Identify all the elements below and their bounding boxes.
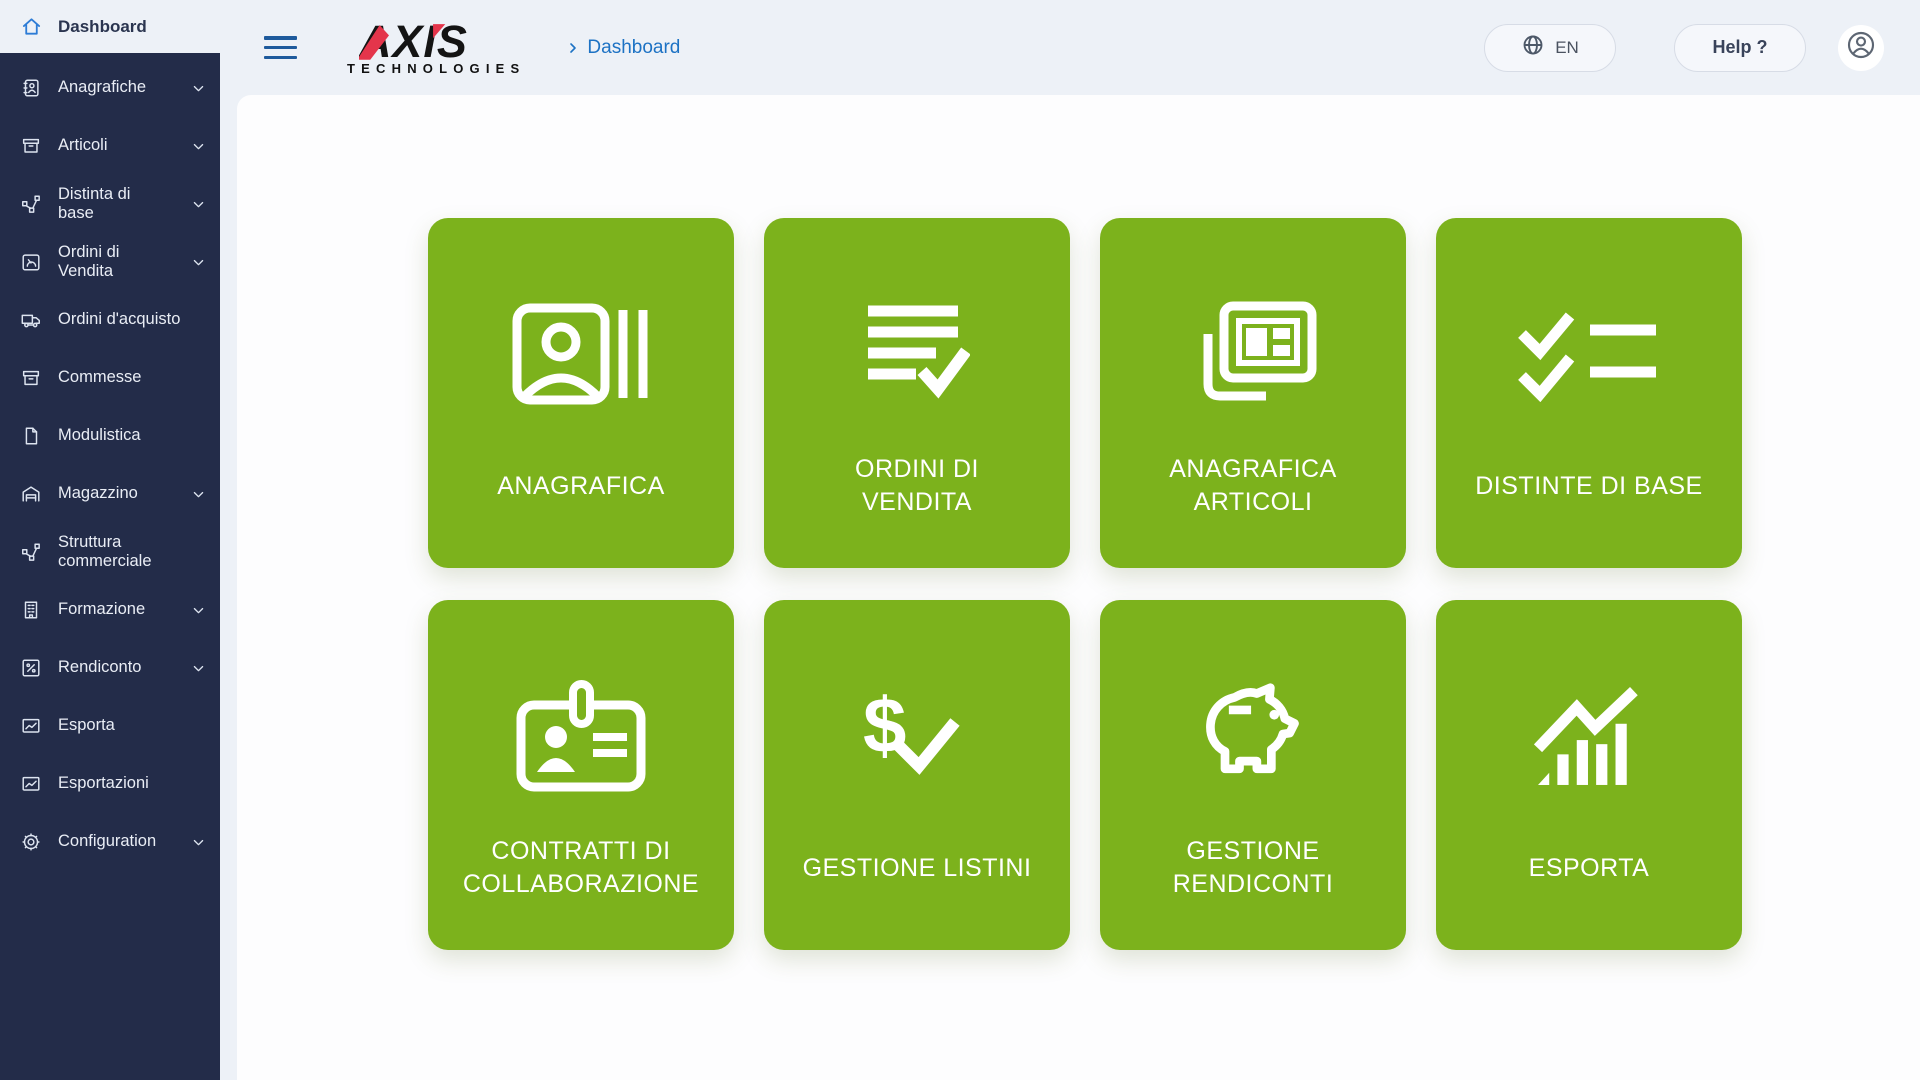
tile-esporta[interactable]: ESPORTA bbox=[1436, 600, 1742, 950]
top-header: AXIS TECHNOLOGIES Dashboard EN Help ? bbox=[220, 0, 1920, 95]
breadcrumb-dashboard-link[interactable]: Dashboard bbox=[587, 37, 680, 59]
tile-distinte-di-base[interactable]: DISTINTE DI BASE bbox=[1436, 218, 1742, 568]
sidebar-item-struttura-commerciale[interactable]: Struttura commerciale bbox=[0, 523, 220, 581]
sidebar: Dashboard Anagrafiche Articoli Distinta di… bbox=[0, 0, 220, 1080]
sidebar-item-dashboard[interactable]: Dashboard bbox=[0, 0, 220, 53]
globe-icon bbox=[1521, 33, 1545, 62]
tile-label: DISTINTE DI BASE bbox=[1475, 438, 1702, 534]
gear-icon bbox=[20, 831, 44, 853]
person-frame-icon bbox=[506, 270, 656, 438]
tile-gestione-rendiconti[interactable]: GESTIONE RENDICONTI bbox=[1100, 600, 1406, 950]
tile-label: GESTIONE LISTINI bbox=[803, 820, 1032, 916]
main-content: ANAGRAFICA ORDINI DI VENDITA ANAGRAFICA AR… bbox=[237, 95, 1920, 1080]
list-check-icon bbox=[864, 270, 970, 438]
svg-text:$: $ bbox=[863, 686, 906, 769]
tile-ordini-di-vendita[interactable]: ORDINI DI VENDITA bbox=[764, 218, 1070, 568]
language-switch-button[interactable]: EN bbox=[1484, 24, 1616, 72]
percent-icon bbox=[20, 657, 44, 679]
document-icon bbox=[20, 425, 44, 447]
truck-icon bbox=[20, 309, 44, 331]
sidebar-item-label: Articoli bbox=[58, 136, 185, 155]
sidebar-item-label: Modulistica bbox=[58, 426, 206, 445]
chevron-down-icon bbox=[191, 81, 206, 96]
sidebar-item-esporta[interactable]: Esporta bbox=[0, 697, 220, 755]
nodes-icon bbox=[20, 541, 44, 563]
chevron-down-icon bbox=[191, 139, 206, 154]
chevron-right-icon bbox=[565, 40, 581, 56]
sidebar-item-label: Rendiconto bbox=[58, 658, 185, 677]
sidebar-item-label: Commesse bbox=[58, 368, 206, 387]
help-button[interactable]: Help ? bbox=[1674, 24, 1806, 72]
help-label: Help ? bbox=[1712, 37, 1767, 58]
tile-label: ORDINI DI VENDITA bbox=[855, 438, 979, 534]
sidebar-item-rendiconto[interactable]: Rendiconto bbox=[0, 639, 220, 697]
axis-logo-mark: AXIS bbox=[359, 19, 509, 63]
chevron-down-icon bbox=[191, 487, 206, 502]
chart-flag-icon bbox=[20, 773, 44, 795]
tile-label: ESPORTA bbox=[1529, 820, 1650, 916]
warehouse-icon bbox=[20, 483, 44, 505]
contacts-icon bbox=[20, 77, 44, 99]
sidebar-dashboard-label: Dashboard bbox=[58, 17, 147, 37]
sidebar-item-label: Ordini d'acquisto bbox=[58, 310, 206, 329]
chevron-down-icon bbox=[191, 835, 206, 850]
chevron-down-icon bbox=[191, 255, 206, 270]
sidebar-item-label: Anagrafiche bbox=[58, 78, 185, 97]
sidebar-nav: Anagrafiche Articoli Distinta di base Ordin… bbox=[0, 53, 220, 871]
chevron-down-icon bbox=[191, 661, 206, 676]
sidebar-item-modulistica[interactable]: Modulistica bbox=[0, 407, 220, 465]
sidebar-item-label: Formazione bbox=[58, 600, 185, 619]
sidebar-item-configuration[interactable]: Configuration bbox=[0, 813, 220, 871]
sidebar-item-distinta-di-base[interactable]: Distinta di base bbox=[0, 175, 220, 233]
chart-flag-icon bbox=[20, 715, 44, 737]
tile-gestione-listini[interactable]: $ GESTIONE LISTINI bbox=[764, 600, 1070, 950]
axis-logo-subtitle: TECHNOLOGIES bbox=[343, 61, 525, 76]
sidebar-item-label: Configuration bbox=[58, 832, 185, 851]
sidebar-item-esportazioni[interactable]: Esportazioni bbox=[0, 755, 220, 813]
tile-contratti-di-collaborazione[interactable]: CONTRATTI DI COLLABORAZIONE bbox=[428, 600, 734, 950]
building-icon bbox=[20, 599, 44, 621]
chevron-down-icon bbox=[191, 603, 206, 618]
user-icon bbox=[1845, 29, 1877, 66]
sidebar-item-label: Esporta bbox=[58, 716, 206, 735]
tile-label: GESTIONE RENDICONTI bbox=[1173, 820, 1334, 916]
breadcrumb: Dashboard bbox=[565, 37, 680, 59]
news-stack-icon bbox=[1186, 270, 1320, 438]
double-check-icon bbox=[1514, 270, 1664, 438]
dollar-check-icon: $ bbox=[861, 652, 973, 820]
id-badge-icon bbox=[511, 652, 651, 820]
sidebar-item-label: Magazzino bbox=[58, 484, 185, 503]
tile-anagrafica-articoli[interactable]: ANAGRAFICA ARTICOLI bbox=[1100, 218, 1406, 568]
sidebar-item-ordini-di-vendita[interactable]: Ordini di Vendita bbox=[0, 233, 220, 291]
tile-label: CONTRATTI DI COLLABORAZIONE bbox=[463, 820, 699, 916]
sidebar-item-magazzino[interactable]: Magazzino bbox=[0, 465, 220, 523]
sidebar-item-label: Distinta di base bbox=[58, 185, 185, 224]
tile-label: ANAGRAFICA bbox=[497, 438, 665, 534]
hamburger-menu-icon[interactable] bbox=[264, 36, 297, 59]
sidebar-item-label: Struttura commerciale bbox=[58, 533, 206, 572]
chart-growth-icon bbox=[1530, 652, 1648, 820]
sidebar-item-label: Ordini di Vendita bbox=[58, 243, 185, 282]
axis-logo[interactable]: AXIS TECHNOLOGIES bbox=[343, 19, 525, 76]
archive-icon bbox=[20, 367, 44, 389]
sidebar-item-articoli[interactable]: Articoli bbox=[0, 117, 220, 175]
sidebar-item-ordini-d-acquisto[interactable]: Ordini d'acquisto bbox=[0, 291, 220, 349]
home-icon bbox=[20, 15, 44, 38]
box-icon bbox=[20, 135, 44, 157]
nodes-icon bbox=[20, 193, 44, 215]
tile-label: ANAGRAFICA ARTICOLI bbox=[1169, 438, 1337, 534]
chevron-down-icon bbox=[191, 197, 206, 212]
user-avatar-button[interactable] bbox=[1838, 25, 1884, 71]
tile-anagrafica[interactable]: ANAGRAFICA bbox=[428, 218, 734, 568]
language-label: EN bbox=[1555, 38, 1579, 58]
sidebar-item-anagrafiche[interactable]: Anagrafiche bbox=[0, 59, 220, 117]
dashboard-tile-grid: ANAGRAFICA ORDINI DI VENDITA ANAGRAFICA AR… bbox=[428, 218, 1920, 950]
gauge-icon bbox=[20, 251, 44, 273]
sidebar-item-formazione[interactable]: Formazione bbox=[0, 581, 220, 639]
sidebar-item-label: Esportazioni bbox=[58, 774, 206, 793]
sidebar-item-commesse[interactable]: Commesse bbox=[0, 349, 220, 407]
piggy-bank-icon bbox=[1189, 652, 1317, 820]
